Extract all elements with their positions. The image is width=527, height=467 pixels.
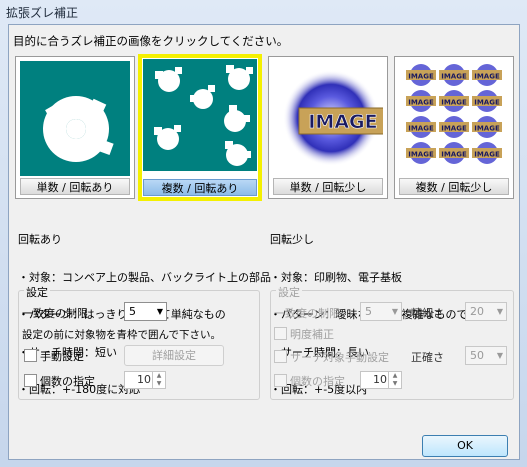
- option-multi-rotate[interactable]: 複数 / 回転あり: [138, 54, 262, 201]
- right-count-value: 10: [373, 373, 387, 386]
- svg-text:IMAGE: IMAGE: [441, 125, 467, 133]
- card-label: 単数 / 回転あり: [20, 178, 130, 195]
- manual-setting-checkbox[interactable]: [24, 349, 37, 362]
- accuracy-select[interactable]: 50 ▼: [465, 346, 507, 365]
- svg-text:IMAGE: IMAGE: [474, 125, 500, 133]
- svg-text:IMAGE: IMAGE: [441, 73, 467, 81]
- match-limit-value: 5: [129, 305, 136, 318]
- svg-text:IMAGE: IMAGE: [474, 73, 500, 81]
- manual-setting-label: 手動設定: [40, 350, 84, 363]
- match-limit-label: 一致度の制限: [22, 307, 88, 320]
- accuracy-label: 正確さ: [411, 351, 444, 364]
- left-settings-note: 設定の前に対象物を青枠で囲んで下さい。: [22, 329, 221, 341]
- single-blob-image: [20, 61, 130, 176]
- instruction-text: 目的に合うズレ補正の画像をクリックしてください。: [13, 34, 289, 48]
- detail-settings-button[interactable]: 詳細設定: [124, 345, 224, 366]
- right-settings-label: 設定: [276, 284, 302, 300]
- accuracy-value: 50: [470, 349, 484, 362]
- svg-text:IMAGE: IMAGE: [441, 99, 467, 107]
- left-desc-line: ・対象：コンベア上の製品、バックライト上の部品: [18, 270, 271, 284]
- single-logo-image: IMAGE: [273, 61, 383, 176]
- card-label: 複数 / 回転少し: [399, 178, 509, 195]
- left-desc-title: 回転あり: [18, 233, 62, 246]
- logo-text: IMAGE: [308, 111, 377, 133]
- window-title: 拡張ズレ補正: [6, 6, 79, 20]
- search-manual-checkbox[interactable]: [274, 350, 287, 363]
- right-count-spinner[interactable]: 10 ▲ ▼: [360, 371, 402, 389]
- right-count-label: 個数の指定: [290, 375, 345, 388]
- logo-tile: IMAGE: [472, 64, 502, 86]
- svg-text:IMAGE: IMAGE: [474, 99, 500, 107]
- search-manual-label: サーチ対象手動設定: [290, 351, 389, 364]
- multi-blob-image: [143, 59, 257, 171]
- logo-tile: IMAGE: [472, 116, 502, 138]
- logo-tile: IMAGE: [439, 116, 469, 138]
- title-bar[interactable]: 拡張ズレ補正: [0, 0, 527, 22]
- right-desc-line: ・対象：印刷物、電子基板: [270, 270, 402, 284]
- svg-text:IMAGE: IMAGE: [441, 151, 467, 159]
- right-match-limit-select[interactable]: 5 ▼: [360, 302, 402, 321]
- option-multi-slight[interactable]: IMAGE IMAGE IMAGE IMAGE IMAGE IMAGE IMAGE IMAGE…: [394, 56, 514, 199]
- spin-arrows-icon[interactable]: ▲ ▼: [388, 372, 401, 388]
- option-single-rotate[interactable]: 単数 / 回転あり: [15, 56, 135, 199]
- svg-text:IMAGE: IMAGE: [408, 73, 434, 81]
- right-match-limit-value: 5: [365, 305, 372, 318]
- logo-tile: IMAGE: [406, 142, 436, 164]
- precision-value: 20: [470, 305, 484, 318]
- logo-tile: IMAGE: [406, 64, 436, 86]
- svg-text:IMAGE: IMAGE: [408, 125, 434, 133]
- card-label: 単数 / 回転少し: [273, 178, 383, 195]
- logo-tile: IMAGE: [439, 90, 469, 112]
- logo-tile: IMAGE: [406, 116, 436, 138]
- svg-text:IMAGE: IMAGE: [474, 151, 500, 159]
- count-value: 10: [137, 373, 151, 386]
- brightness-label: 明度補正: [290, 328, 334, 341]
- logo-tile: IMAGE: [472, 90, 502, 112]
- chevron-down-icon: ▼: [391, 307, 398, 316]
- count-checkbox[interactable]: [24, 374, 37, 387]
- chevron-down-icon: ▼: [156, 307, 163, 316]
- left-settings-label: 設定: [24, 284, 50, 300]
- right-count-checkbox[interactable]: [274, 374, 287, 387]
- ok-button[interactable]: OK: [422, 435, 508, 457]
- right-match-limit-label: 一致度の制限: [274, 307, 340, 320]
- logo-tile: IMAGE: [472, 142, 502, 164]
- svg-text:IMAGE: IMAGE: [408, 99, 434, 107]
- precision-label: 精細さ: [411, 307, 444, 320]
- svg-text:IMAGE: IMAGE: [408, 151, 434, 159]
- brightness-checkbox[interactable]: [274, 327, 287, 340]
- spin-arrows-icon[interactable]: ▲ ▼: [152, 372, 165, 388]
- precision-select[interactable]: 20 ▼: [465, 302, 507, 321]
- count-spinner[interactable]: 10 ▲ ▼: [124, 371, 166, 389]
- count-label: 個数の指定: [40, 375, 95, 388]
- match-limit-select[interactable]: 5 ▼: [124, 302, 167, 321]
- logo-tile: IMAGE: [439, 64, 469, 86]
- chevron-down-icon: ▼: [496, 351, 503, 360]
- card-label: 複数 / 回転あり: [143, 179, 257, 196]
- logo-tile: IMAGE: [406, 90, 436, 112]
- multi-logo-image: IMAGE IMAGE IMAGE IMAGE IMAGE IMAGE IMAGE IMAGE…: [399, 61, 509, 176]
- chevron-down-icon: ▼: [496, 307, 503, 316]
- option-single-slight[interactable]: IMAGE 単数 / 回転少し: [268, 56, 388, 199]
- right-desc-title: 回転少し: [270, 233, 314, 246]
- logo-tile: IMAGE: [439, 142, 469, 164]
